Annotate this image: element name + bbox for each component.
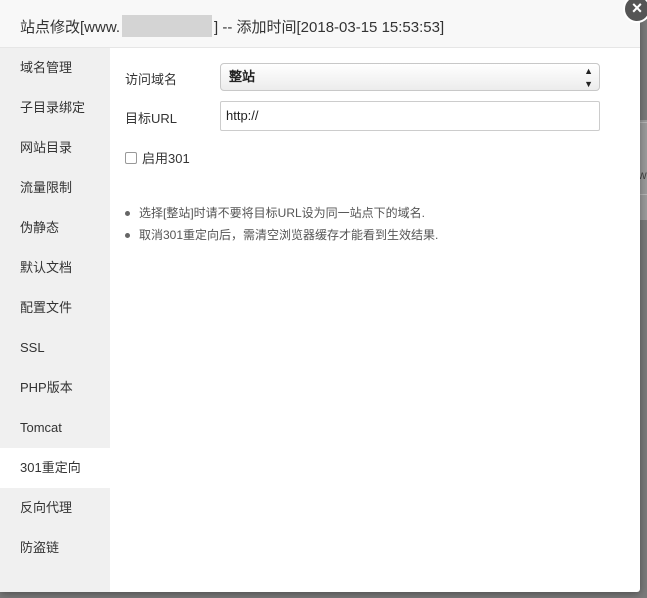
- target-url-input[interactable]: http://: [220, 101, 600, 131]
- sidebar-item-default-document[interactable]: 默认文档: [0, 248, 110, 288]
- dialog-title: 站点修改[www. ] -- 添加时间[2018-03-15 15:53:53]: [20, 15, 444, 37]
- domain-label: 访问域名: [125, 72, 178, 87]
- sidebar-item-tomcat[interactable]: Tomcat: [0, 408, 110, 448]
- enable-301-row: 启用301: [125, 148, 190, 167]
- bullet-icon: [125, 210, 130, 216]
- sidebar-item-config-file[interactable]: 配置文件: [0, 288, 110, 328]
- sidebar-item-domain-management[interactable]: 域名管理: [0, 48, 110, 88]
- dialog-title-prefix: 站点修改[www.: [20, 18, 121, 36]
- note-text: 选择[整站]时请不要将目标URL设为同一站点下的域名.: [139, 206, 426, 220]
- dialog-title-suffix: ] -- 添加时间[2018-03-15 15:53:53]: [214, 18, 445, 36]
- domain-select-value: 整站: [229, 69, 256, 84]
- site-edit-dialog: 站点修改[www. ] -- 添加时间[2018-03-15 15:53:53]…: [0, 0, 640, 592]
- sidebar-item-site-directory[interactable]: 网站目录: [0, 128, 110, 168]
- enable-301-label[interactable]: 启用301: [142, 148, 190, 167]
- settings-sidebar: 域名管理 子目录绑定 网站目录 流量限制 伪静态 默认文档 配置文件 SSL P…: [0, 48, 110, 592]
- redacted-domain: [122, 15, 213, 37]
- domain-select[interactable]: 整站 ▲ ▼: [220, 63, 600, 91]
- list-item: 取消301重定向后，需清空浏览器缓存才能看到生效结果.: [125, 224, 438, 246]
- sidebar-item-reverse-proxy[interactable]: 反向代理: [0, 488, 110, 528]
- sidebar-item-rewrite[interactable]: 伪静态: [0, 208, 110, 248]
- chevron-updown-icon: ▲ ▼: [584, 66, 593, 89]
- list-item: 选择[整站]时请不要将目标URL设为同一站点下的域名.: [125, 202, 438, 224]
- sidebar-item-traffic-limit[interactable]: 流量限制: [0, 168, 110, 208]
- help-notes: 选择[整站]时请不要将目标URL设为同一站点下的域名. 取消301重定向后，需清…: [125, 202, 438, 246]
- note-text: 取消301重定向后，需清空浏览器缓存才能看到生效结果.: [139, 228, 439, 242]
- sidebar-item-subdirectory-binding[interactable]: 子目录绑定: [0, 88, 110, 128]
- sidebar-item-ssl[interactable]: SSL: [0, 328, 110, 368]
- target-url-label: 目标URL: [125, 111, 178, 126]
- dialog-title-bar: 站点修改[www. ] -- 添加时间[2018-03-15 15:53:53]: [0, 0, 640, 48]
- enable-301-checkbox[interactable]: [125, 151, 137, 164]
- bullet-icon: [125, 232, 130, 238]
- sidebar-item-hotlink-protection[interactable]: 防盗链: [0, 528, 110, 568]
- sidebar-item-php-version[interactable]: PHP版本: [0, 368, 110, 408]
- sidebar-item-301-redirect[interactable]: 301重定向: [0, 448, 110, 488]
- redirect-settings-panel: 访问域名 整站 ▲ ▼ 目标URL http:// 启用301 选择[整站]时请不…: [110, 48, 640, 592]
